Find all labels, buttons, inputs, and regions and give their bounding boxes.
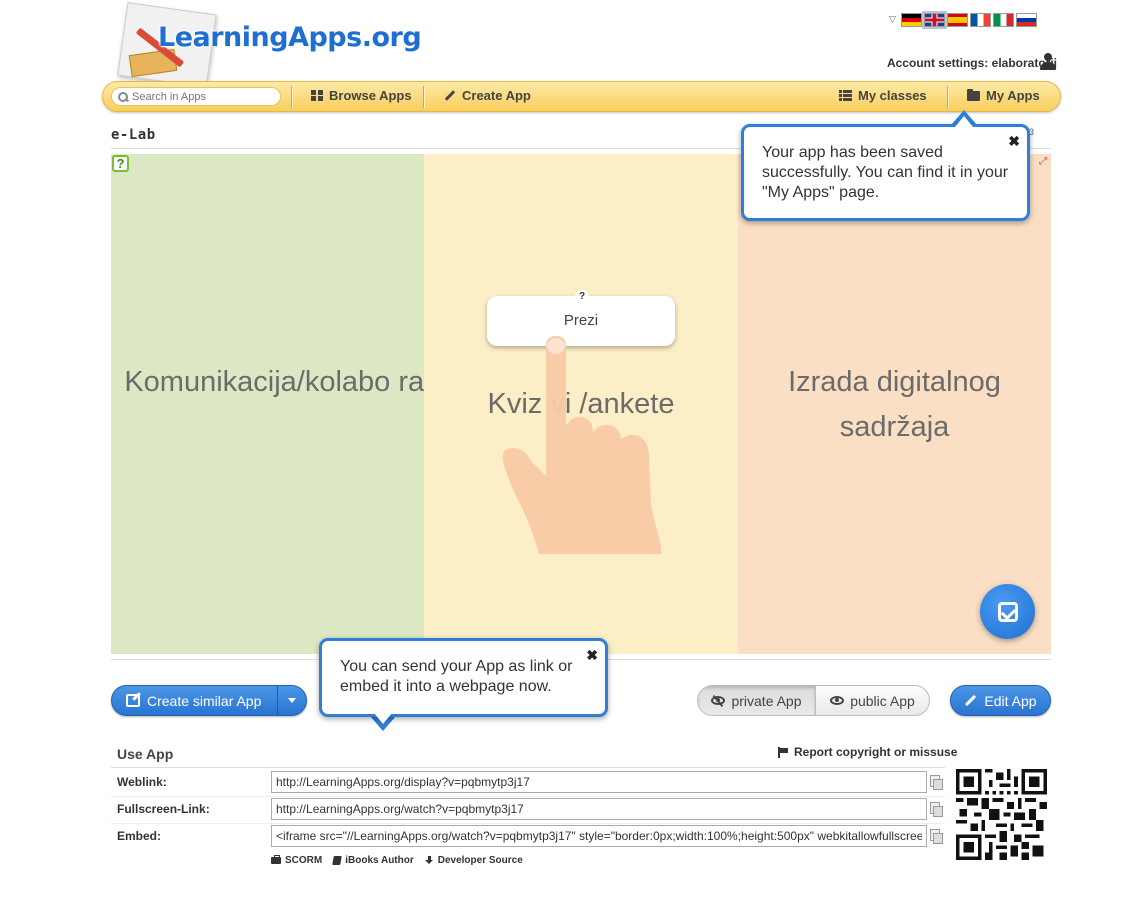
scorm-link[interactable]: SCORM	[271, 855, 322, 866]
nav-classes-label: My classes	[858, 88, 927, 103]
ibooks-author-link[interactable]: iBooks Author	[332, 855, 414, 866]
logo[interactable]: LearningApps.org	[110, 2, 430, 88]
weblink-label: Weblink:	[117, 775, 167, 789]
report-label: Report copyright or missuse	[794, 745, 958, 759]
nav-divider	[423, 86, 424, 108]
close-icon[interactable]: ✖	[586, 645, 598, 665]
saved-tooltip-text: Your app has been saved successfully. Yo…	[762, 144, 1009, 201]
share-tooltip-text: You can send your App as link or embed i…	[340, 658, 573, 695]
hand-pointer-icon	[502, 336, 661, 554]
flag-german-icon[interactable]	[900, 12, 922, 27]
nav-browse-label: Browse Apps	[329, 88, 412, 103]
list-icon	[839, 90, 852, 101]
account-settings-link[interactable]: Account settings: elaboratorij	[887, 56, 1057, 70]
category-column-1[interactable]: Komunikacija/kolabo racija	[111, 154, 468, 654]
pencil-icon	[965, 694, 977, 707]
language-dropdown-icon[interactable]: ▽	[889, 14, 896, 25]
flag-spanish-icon[interactable]	[946, 12, 968, 27]
create-similar-dropdown[interactable]	[278, 686, 306, 715]
card-help-icon[interactable]: ?	[575, 290, 589, 304]
user-icon[interactable]	[1040, 53, 1056, 71]
flag-italian-icon[interactable]	[992, 12, 1014, 27]
tooltip-arrow-fill	[955, 116, 973, 127]
download-icon	[424, 856, 434, 865]
divider	[111, 796, 945, 797]
private-app-label: private App	[731, 692, 802, 709]
create-similar-label: Create similar App	[147, 692, 262, 709]
eye-slash-icon	[711, 696, 726, 705]
flag-english-icon[interactable]	[921, 10, 947, 29]
language-selector[interactable]: ▽	[889, 10, 1037, 29]
edit-app-label: Edit App	[984, 692, 1037, 709]
nav-my-classes[interactable]: My classes	[839, 88, 927, 103]
grid-icon	[311, 90, 323, 101]
report-copyright-link[interactable]: Report copyright or missuse	[778, 745, 957, 759]
check-answers-button[interactable]	[980, 584, 1035, 639]
ibooks-label: iBooks Author	[345, 855, 414, 866]
public-app-option[interactable]: public App	[816, 686, 929, 715]
search-icon	[118, 91, 128, 102]
nav-create-app[interactable]: Create App	[444, 88, 531, 103]
embed-label: Embed:	[117, 829, 162, 843]
logo-text: LearningApps.org	[158, 22, 422, 53]
main-navbar: Browse Apps Create App My classes My App…	[102, 81, 1061, 112]
briefcase-icon	[271, 855, 281, 864]
export-links: SCORM iBooks Author Developer Source	[271, 855, 523, 866]
public-app-label: public App	[850, 692, 915, 709]
use-app-heading: Use App	[117, 746, 174, 762]
share-tooltip: You can send your App as link or embed i…	[319, 638, 608, 717]
book-icon	[332, 856, 343, 865]
app-title: e-Lab	[111, 127, 156, 143]
copy-icon[interactable]	[930, 829, 943, 844]
developer-source-link[interactable]: Developer Source	[424, 855, 523, 866]
nav-create-label: Create App	[462, 88, 531, 103]
help-icon[interactable]: ?	[112, 155, 129, 172]
tooltip-arrow-fill	[374, 713, 392, 724]
flag-russian-icon[interactable]	[1015, 12, 1037, 27]
divider	[111, 823, 945, 824]
nav-divider	[947, 86, 948, 108]
flag-french-icon[interactable]	[969, 12, 991, 27]
nav-browse-apps[interactable]: Browse Apps	[311, 88, 412, 103]
nav-divider	[291, 86, 292, 108]
developer-label: Developer Source	[437, 855, 523, 866]
divider	[111, 767, 945, 768]
pencil-icon	[444, 90, 456, 101]
search-input[interactable]	[132, 90, 272, 103]
private-app-option[interactable]: private App	[698, 686, 816, 715]
weblink-field[interactable]	[271, 771, 927, 793]
fullscreen-icon[interactable]: ⤢	[1037, 156, 1049, 168]
category-column-3[interactable]: Izrada digitalnog sadržaja	[738, 154, 1051, 654]
edit-app-button[interactable]: Edit App	[950, 685, 1051, 716]
chevron-down-icon	[288, 698, 296, 703]
card-label: Prezi	[563, 312, 599, 329]
scorm-label: SCORM	[285, 855, 323, 866]
search-box[interactable]	[111, 87, 281, 106]
close-icon[interactable]: ✖	[1008, 131, 1020, 151]
nav-my-apps[interactable]: My Apps	[967, 88, 1040, 103]
eye-icon	[830, 696, 845, 705]
copy-icon[interactable]	[930, 802, 943, 817]
create-similar-main[interactable]: Create similar App	[112, 686, 278, 715]
copy-icon[interactable]	[930, 775, 943, 790]
nav-myapps-label: My Apps	[986, 88, 1040, 103]
category-label-3: Izrada digitalnog sadržaja	[788, 366, 1001, 443]
flag-icon	[778, 746, 789, 758]
check-icon	[997, 601, 1018, 622]
qr-code[interactable]	[956, 769, 1047, 860]
edit-icon	[126, 694, 140, 707]
create-similar-app-button[interactable]: Create similar App	[111, 685, 307, 716]
embed-code-field[interactable]	[271, 825, 927, 847]
saved-tooltip: Your app has been saved successfully. Yo…	[741, 124, 1030, 221]
visibility-toggle[interactable]: private App public App	[697, 685, 930, 716]
folder-open-icon	[967, 88, 980, 101]
fullscreen-link-label: Fullscreen-Link:	[117, 802, 210, 816]
fullscreen-link-field[interactable]	[271, 798, 927, 820]
app-canvas[interactable]: Komunikacija/kolabo racija Kviz vi /anke…	[111, 154, 1051, 654]
